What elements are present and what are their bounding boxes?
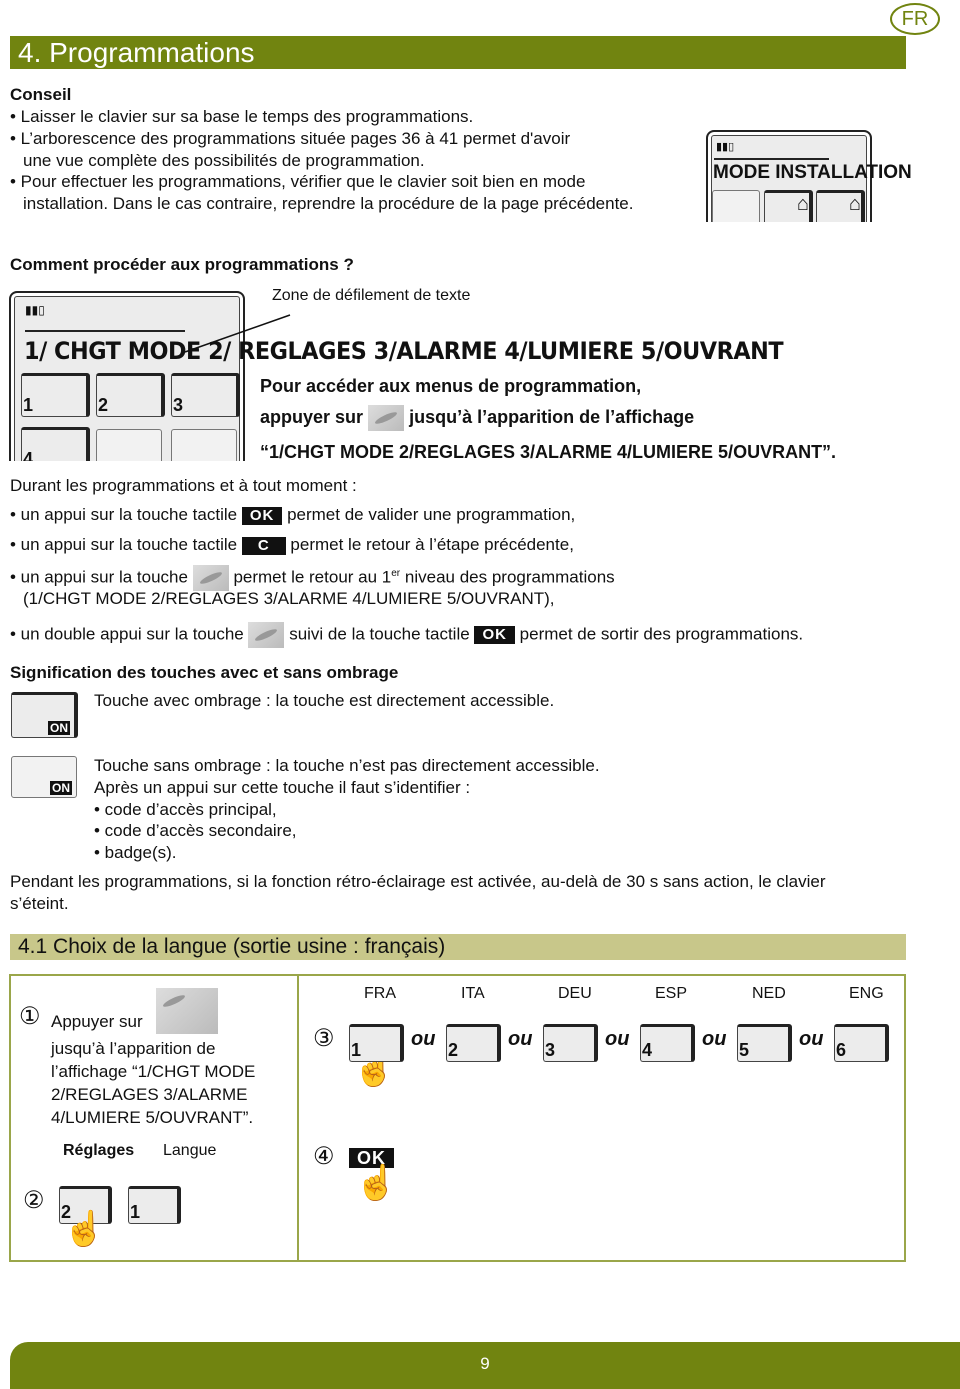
language-code-ita: ITA (461, 985, 485, 1002)
conseil-heading: Conseil (10, 85, 72, 104)
language-key-esp[interactable]: 4 (640, 1024, 695, 1062)
step-1-text: jusqu’à l’apparition de (51, 1039, 216, 1058)
divider (25, 330, 185, 332)
shadowed-key-on: ON (11, 692, 78, 738)
bullet: • un appui sur la touche permet le retou… (10, 563, 615, 592)
key-3: 3 (171, 373, 240, 417)
conseil-line: • Pour effectuer les programmations, vér… (10, 172, 586, 191)
divider (714, 158, 829, 160)
key-1: 1 (21, 373, 90, 417)
noshadow-desc: Touche sans ombrage : la touche n’est pa… (94, 756, 600, 775)
bullet: • un double appui sur la touche suivi de… (10, 622, 803, 648)
noshadow-desc: • badge(s). (94, 843, 177, 862)
during-intro: Durant les programmations et à tout mome… (10, 476, 357, 495)
home-on-icon: ON (48, 721, 70, 735)
section-heading: 4.1 Choix de la langue (sortie usine : f… (10, 934, 906, 960)
home-off-icon: ⌂ (816, 190, 865, 222)
backlight-text: Pendant les programmations, si la foncti… (10, 872, 826, 891)
language-code-esp: ESP (655, 985, 688, 1002)
battery-icon: ▮▮▯ (25, 303, 45, 317)
noshadow-desc: • code d’accès principal, (94, 800, 277, 819)
step-3-number: ③ (313, 1025, 335, 1052)
key-6 (171, 429, 237, 461)
language-key-ned[interactable]: 5 (737, 1024, 792, 1062)
page-number: 9 (10, 1342, 960, 1389)
key (712, 190, 760, 222)
battery-icon: ▮▮▯ (716, 141, 735, 153)
how-line: “1/CHGT MODE 2/REGLAGES 3/ALARME 4/LUMIE… (260, 442, 837, 462)
language-code-ned: NED (752, 985, 786, 1002)
or-text: ou (799, 1028, 824, 1050)
mode-display-text: MODE INSTALLATION (713, 162, 912, 183)
language-key-eng[interactable]: 6 (834, 1024, 889, 1062)
c-key-icon: C (241, 536, 286, 555)
or-text: ou (702, 1028, 727, 1050)
page: FR 4. Programmations Conseil • Laisser l… (0, 0, 960, 1389)
language-key-ita[interactable]: 2 (446, 1024, 501, 1062)
scroll-key-icon (368, 405, 405, 431)
conseil-line: • Laisser le clavier sur sa base le temp… (10, 107, 474, 126)
key-1: 1 (128, 1186, 181, 1224)
or-text: ou (411, 1028, 436, 1050)
unshadowed-key-on: ON (11, 756, 77, 798)
hand-pointer-icon: ☝ (63, 1210, 106, 1248)
how-line: appuyer sur jusqu’à l’apparition de l’af… (260, 405, 694, 431)
steps-right-box: ③ ④ OK ☝ ☝ (297, 974, 906, 1262)
steps-left-box: ① Appuyer sur jusqu’à l’apparition de l’… (9, 974, 299, 1262)
scroll-key-icon (156, 988, 218, 1034)
language-key-deu[interactable]: 3 (543, 1024, 598, 1062)
or-text: ou (605, 1028, 630, 1050)
sign-heading: Signification des touches avec et sans o… (10, 663, 399, 682)
langue-label: Langue (163, 1142, 217, 1159)
language-badge: FR (890, 3, 940, 35)
bullet: • un appui sur la touche tactile OK perm… (10, 505, 576, 525)
step-2-number: ② (23, 1187, 45, 1214)
scroll-display-text: 1/ CHGT MODE 2/ REGLAGES 3/ALARME 4/LUMI… (24, 337, 784, 365)
or-text: ou (508, 1028, 533, 1050)
key-5 (96, 429, 162, 461)
home-help-icon: ⌂ (764, 190, 813, 222)
noshadow-desc: Après un appui sur cette touche il faut … (94, 778, 471, 797)
how-heading: Comment procéder aux programmations ? (10, 255, 354, 274)
step-1-text: 2/REGLAGES 3/ALARME (51, 1085, 248, 1104)
noshadow-desc: • code d’accès secondaire, (94, 821, 297, 840)
conseil-line: • L’arborescence des programmations situ… (10, 129, 571, 148)
step-1-text: l’affichage “1/CHGT MODE (51, 1062, 256, 1081)
page-title: 4. Programmations (10, 36, 906, 69)
home-on-icon: ON (50, 781, 72, 795)
ok-key-icon: OK (474, 626, 515, 644)
conseil-line: une vue complète des possibilités de pro… (23, 151, 425, 170)
step-4-number: ④ (313, 1143, 335, 1170)
language-code-fra: FRA (364, 985, 396, 1002)
conseil-line: installation. Dans le cas contraire, rep… (23, 194, 634, 213)
key-4: 4 (21, 427, 90, 461)
bullet-continued: (1/CHGT MODE 2/REGLAGES 3/ALARME 4/LUMIE… (23, 589, 555, 608)
language-code-eng: ENG (849, 985, 884, 1002)
key-2: 2 (96, 373, 165, 417)
bullet: • un appui sur la touche tactile C perme… (10, 535, 574, 555)
hand-pointer-icon: ☝ (355, 1164, 398, 1202)
backlight-text: s’éteint. (10, 894, 69, 913)
reglages-label: Réglages (63, 1142, 135, 1159)
zone-label: Zone de défilement de texte (272, 287, 471, 304)
ok-key-icon: OK (241, 506, 283, 525)
language-code-deu: DEU (558, 985, 592, 1002)
language-key-fra[interactable]: 1 (349, 1024, 404, 1062)
step-1-text: Appuyer sur (51, 1012, 143, 1031)
scroll-key-icon (248, 622, 285, 648)
step-1-text: 4/LUMIERE 5/OUVRANT”. (51, 1108, 254, 1127)
step-1-number: ① (19, 1003, 41, 1030)
shadow-desc: Touche avec ombrage : la touche est dire… (94, 691, 555, 710)
how-line: Pour accéder aux menus de programmation, (260, 376, 642, 396)
